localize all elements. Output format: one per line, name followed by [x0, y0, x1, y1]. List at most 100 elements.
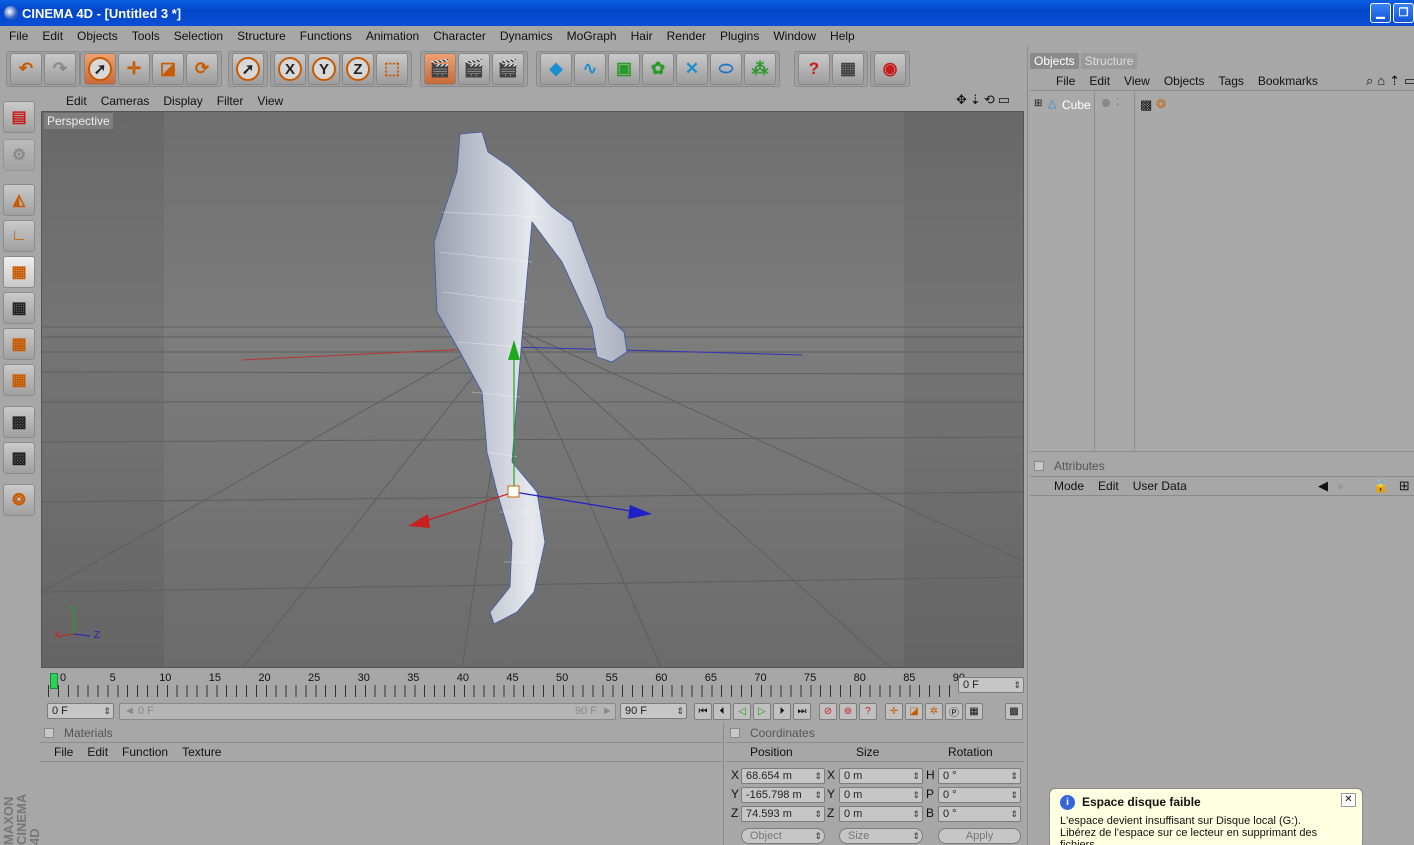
- material-tag-icon[interactable]: ❂: [1156, 97, 1166, 111]
- play-backward-button[interactable]: ◁: [733, 703, 751, 720]
- 3d-viewport[interactable]: Y X Z Perspective: [41, 111, 1024, 668]
- viewport-menu-display[interactable]: Display: [163, 94, 202, 108]
- next-key-button[interactable]: ⏵: [773, 703, 791, 720]
- y-axis-button[interactable]: Y: [308, 53, 340, 85]
- object-manager-list[interactable]: ⊞ △ Cube ⁚ ▩ ❂: [1030, 92, 1414, 452]
- menu-edit[interactable]: Edit: [35, 29, 70, 43]
- maximize-view-icon[interactable]: ▭: [998, 92, 1010, 108]
- texture-axis-button[interactable]: ▩: [3, 442, 35, 474]
- goto-end-button[interactable]: ⏭: [793, 703, 811, 720]
- add-spline-button[interactable]: ∿: [574, 53, 606, 85]
- viewport-menu-edit[interactable]: Edit: [66, 94, 87, 108]
- size-y-field[interactable]: 0 m: [839, 787, 923, 803]
- key-rotation-button[interactable]: ✲: [925, 703, 943, 720]
- panel-close-icon[interactable]: [730, 728, 740, 738]
- apply-button[interactable]: Apply: [938, 828, 1021, 844]
- expand-icon[interactable]: ⊞: [1034, 98, 1042, 109]
- layout-button[interactable]: ▤: [3, 101, 35, 133]
- rotate-view-icon[interactable]: ⟲: [984, 92, 995, 108]
- object-name[interactable]: Cube: [1062, 98, 1091, 112]
- live-selection-button[interactable]: ➚: [84, 53, 116, 85]
- edges-mode-button[interactable]: ▦: [3, 292, 35, 324]
- key-pla-button[interactable]: ▦: [965, 703, 983, 720]
- tab-objects[interactable]: Objects: [1030, 53, 1079, 69]
- objects-menu-objects[interactable]: Objects: [1164, 74, 1205, 88]
- add-scene-button[interactable]: ⬭: [710, 53, 742, 85]
- viewport-menu-cameras[interactable]: Cameras: [101, 94, 150, 108]
- panel-close-icon[interactable]: [1034, 461, 1044, 471]
- menu-hair[interactable]: Hair: [624, 29, 660, 43]
- visibility-dot-icon[interactable]: [1102, 99, 1110, 107]
- forward-arrow-icon[interactable]: ▸: [1338, 478, 1345, 494]
- size-mode-dropdown[interactable]: Size: [839, 828, 923, 844]
- coordinate-mode-dropdown[interactable]: Object: [741, 828, 825, 844]
- play-forward-button[interactable]: ▷: [753, 703, 771, 720]
- new-window-icon[interactable]: ⊞: [1399, 478, 1410, 494]
- attributes-menu-edit[interactable]: Edit: [1098, 479, 1119, 493]
- zoom-view-icon[interactable]: ⇣: [970, 92, 981, 108]
- prev-key-button[interactable]: ⏴: [713, 703, 731, 720]
- rotation-h-field[interactable]: 0 °: [938, 768, 1021, 784]
- size-z-field[interactable]: 0 m: [839, 806, 923, 822]
- start-frame-field[interactable]: 0 F: [47, 703, 114, 719]
- points-mode-button[interactable]: ▦: [3, 256, 35, 288]
- attributes-menu-user-data[interactable]: User Data: [1133, 479, 1187, 493]
- menu-window[interactable]: Window: [766, 29, 823, 43]
- rotate-tool-button[interactable]: ⟳: [186, 53, 218, 85]
- help-button[interactable]: ?: [798, 53, 830, 85]
- position-y-field[interactable]: -165.798 m: [741, 787, 825, 803]
- material-button[interactable]: ❂: [3, 484, 35, 516]
- animation-mode-button[interactable]: ▦: [3, 364, 35, 396]
- add-array-button[interactable]: ✿: [642, 53, 674, 85]
- add-light-button[interactable]: ⁂: [744, 53, 776, 85]
- add-nurbs-button[interactable]: ▣: [608, 53, 640, 85]
- redo-button[interactable]: ↷: [44, 53, 76, 85]
- menu-help[interactable]: Help: [823, 29, 862, 43]
- home-icon[interactable]: ⌂: [1377, 73, 1385, 89]
- attributes-menu-mode[interactable]: Mode: [1054, 479, 1084, 493]
- menu-mograph[interactable]: MoGraph: [560, 29, 624, 43]
- materials-menu-file[interactable]: File: [54, 745, 73, 759]
- web-button[interactable]: ◉: [874, 53, 906, 85]
- menu-selection[interactable]: Selection: [167, 29, 230, 43]
- lock-icon[interactable]: 🔒: [1373, 478, 1389, 494]
- menu-plugins[interactable]: Plugins: [713, 29, 766, 43]
- rotation-p-field[interactable]: 0 °: [938, 787, 1021, 803]
- texture-tag-icon[interactable]: ▩: [1140, 97, 1152, 113]
- menu-file[interactable]: File: [2, 29, 35, 43]
- enable-check-icon[interactable]: ⁚: [1116, 97, 1119, 108]
- viewport-menu-filter[interactable]: Filter: [217, 94, 244, 108]
- viewport-menu-view[interactable]: View: [257, 94, 283, 108]
- range-slider[interactable]: ◄ 0 F 90 F ►: [119, 703, 616, 720]
- search-icon[interactable]: ⌕: [1366, 73, 1373, 89]
- model-tool-button[interactable]: ◭: [3, 184, 35, 216]
- autokey-button[interactable]: ⊚: [839, 703, 857, 720]
- end-frame-field[interactable]: 90 F: [620, 703, 687, 719]
- undo-button[interactable]: ↶: [10, 53, 42, 85]
- window-icon[interactable]: ▭: [1404, 73, 1414, 89]
- restore-button[interactable]: ❐: [1393, 3, 1414, 23]
- parametric-button[interactable]: ⚙: [3, 139, 35, 171]
- move-tool-button[interactable]: ✛: [118, 53, 150, 85]
- objects-menu-tags[interactable]: Tags: [1219, 74, 1244, 88]
- goto-start-button[interactable]: ⏮: [694, 703, 712, 720]
- key-position-button[interactable]: ✛: [885, 703, 903, 720]
- menu-objects[interactable]: Objects: [70, 29, 125, 43]
- key-scale-button[interactable]: ◪: [905, 703, 923, 720]
- add-deformer-button[interactable]: ✕: [676, 53, 708, 85]
- objects-menu-edit[interactable]: Edit: [1089, 74, 1110, 88]
- panel-close-icon[interactable]: [44, 728, 54, 738]
- texture-mode-button[interactable]: ▩: [3, 406, 35, 438]
- materials-menu-function[interactable]: Function: [122, 745, 168, 759]
- back-arrow-icon[interactable]: ◀: [1318, 478, 1328, 494]
- scale-tool-button[interactable]: ◪: [152, 53, 184, 85]
- render-settings-button[interactable]: 🎬: [492, 53, 524, 85]
- menu-character[interactable]: Character: [426, 29, 493, 43]
- objects-menu-file[interactable]: File: [1056, 74, 1075, 88]
- render-picture-viewer-button[interactable]: 🎬: [458, 53, 490, 85]
- move-view-icon[interactable]: ✥: [956, 92, 967, 108]
- menu-render[interactable]: Render: [660, 29, 713, 43]
- object-row-cube[interactable]: ⊞ △ Cube ⁚ ▩ ❂: [1030, 97, 1414, 113]
- objects-menu-bookmarks[interactable]: Bookmarks: [1258, 74, 1318, 88]
- tab-structure[interactable]: Structure: [1080, 53, 1138, 69]
